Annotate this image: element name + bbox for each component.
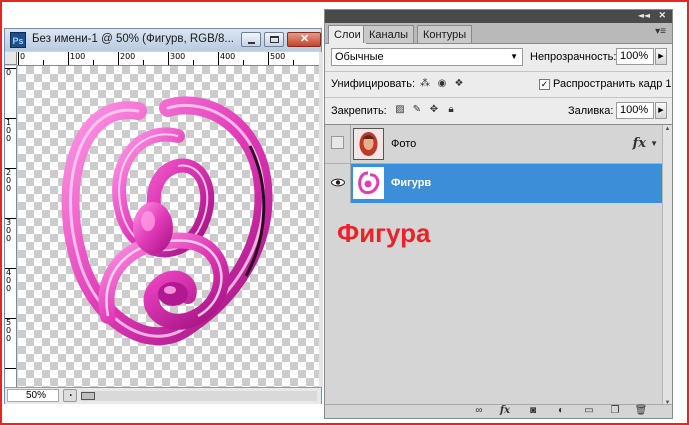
layers-list: Фото fx ▼ Фигурв Фигура ▲ ▼ xyxy=(325,125,672,407)
ruler-tick-label: 0 xyxy=(6,68,12,77)
unify-style-icon[interactable]: ❖ xyxy=(452,77,466,91)
blend-opacity-row: Обычные ▼ Непрозрачность: 100% ▶ xyxy=(325,43,672,72)
propagate-checkbox[interactable]: ✓ xyxy=(539,79,550,90)
mask-icon[interactable]: ◙ xyxy=(525,405,541,417)
document-canvas[interactable] xyxy=(18,66,319,387)
ruler-tick-label: 500 xyxy=(270,52,286,61)
ruler-tick-label: 100 xyxy=(70,52,86,61)
blend-mode-select[interactable]: Обычные ▼ xyxy=(331,48,523,66)
scroll-up-icon[interactable]: ▲ xyxy=(663,126,672,132)
fx-icon[interactable]: fx xyxy=(497,405,513,417)
lock-all-icon[interactable]: 🔒︎ xyxy=(444,103,458,117)
minimize-icon[interactable] xyxy=(241,32,261,47)
portrait-thumbnail-icon xyxy=(354,129,383,159)
ruler-horizontal[interactable]: 0 100 200 300 400 500 xyxy=(17,52,319,66)
adjustment-icon[interactable]: ◐ xyxy=(553,405,569,417)
group-folder-icon[interactable]: ▭ xyxy=(581,405,597,417)
ruler-tick-label: 200 xyxy=(120,52,136,61)
new-layer-icon[interactable]: ❐ xyxy=(607,405,623,417)
unify-position-icon[interactable]: ⁂ xyxy=(418,77,432,91)
layer-thumbnail-figure xyxy=(353,167,384,199)
swirl-thumbnail-icon xyxy=(355,169,382,197)
opacity-stepper-icon[interactable]: ▶ xyxy=(655,48,667,65)
annotation-label: Фигура xyxy=(337,218,431,248)
layer-row-figura[interactable]: Фигурв xyxy=(325,164,662,203)
lock-transparency-icon[interactable]: ▨ xyxy=(393,103,407,117)
close-panel-icon[interactable]: ✕ xyxy=(658,10,666,21)
scrollbar-thumb[interactable] xyxy=(81,392,95,400)
layer-name[interactable]: Фигурв xyxy=(391,177,431,189)
pink-swirl-figure xyxy=(61,96,273,346)
ruler-vertical[interactable]: 0 1 0 0 2 0 0 3 0 0 4 0 0 5 0 0 xyxy=(5,66,17,387)
ruler-tick-label: 3 0 0 xyxy=(6,218,12,243)
lock-fill-row: Закрепить: ▨ ✎ ✥ 🔒︎ Заливка: 100% ▶ xyxy=(325,97,672,125)
visibility-toggle[interactable] xyxy=(325,125,351,164)
fill-stepper-icon[interactable]: ▶ xyxy=(655,102,667,119)
tab-channels[interactable]: Каналы xyxy=(363,25,415,43)
lock-label: Закрепить: xyxy=(331,105,387,117)
lock-pixels-icon[interactable]: ✎ xyxy=(410,103,424,117)
ruler-tick-label: 5 0 0 xyxy=(6,318,12,343)
ruler-tick-label: 2 0 0 xyxy=(6,168,12,193)
panel-tab-bar: Слои Каналы Контуры ▾≡ xyxy=(325,23,672,44)
tab-layers[interactable]: Слои xyxy=(328,25,367,44)
ruler-tick-label: 4 0 0 xyxy=(6,268,12,293)
close-icon[interactable]: ✕ xyxy=(287,32,321,47)
opacity-label: Непрозрачность: xyxy=(530,51,617,63)
propagate-label: Распространить кадр 1 xyxy=(553,78,672,90)
ruler-tick-label: 300 xyxy=(170,52,186,61)
maximize-icon[interactable] xyxy=(264,32,284,47)
layer-row-foto[interactable]: Фото fx ▼ xyxy=(325,125,662,164)
fill-label: Заливка: xyxy=(568,105,614,117)
lock-position-icon[interactable]: ✥ xyxy=(427,103,441,117)
ruler-tick-label: 400 xyxy=(220,52,236,61)
trash-icon[interactable]: 🗑︎ xyxy=(633,405,649,417)
document-title: Без имени-1 @ 50% (Фигурв, RGB/8... xyxy=(32,33,234,45)
document-status-bar: 50% ◔ xyxy=(5,387,321,404)
eye-icon[interactable] xyxy=(331,178,345,187)
layer-name[interactable]: Фото xyxy=(391,138,416,150)
expand-effects-icon[interactable]: ▼ xyxy=(650,139,658,148)
vertical-scrollbar[interactable] xyxy=(319,52,323,387)
ruler-tick-label: 0 xyxy=(20,52,26,61)
zoom-level-field[interactable]: 50% xyxy=(7,389,59,402)
hidden-eye-box[interactable] xyxy=(331,136,344,149)
layer-thumbnail-photo xyxy=(353,128,384,160)
dropdown-arrow-icon: ▼ xyxy=(510,52,518,61)
layer-effects-icon[interactable]: fx xyxy=(633,136,646,151)
layers-scrollbar[interactable]: ▲ ▼ xyxy=(662,125,672,407)
collapse-panel-icon[interactable]: ◄◄ xyxy=(638,11,650,20)
layers-panel: ◄◄ ✕ Слои Каналы Контуры ▾≡ Обычные ▼ Не… xyxy=(324,9,673,419)
photoshop-app-icon: Ps xyxy=(10,32,26,48)
layers-panel-footer: ∞ fx ◙ ◐ ▭ ❐ 🗑︎ xyxy=(325,404,672,418)
fill-field[interactable]: 100% xyxy=(616,102,654,119)
visibility-toggle[interactable] xyxy=(325,164,351,203)
document-title-bar[interactable]: Ps Без имени-1 @ 50% (Фигурв, RGB/8... ✕ xyxy=(5,29,321,51)
panel-top-bar[interactable]: ◄◄ ✕ xyxy=(325,10,672,23)
status-info-icon[interactable]: ◔ xyxy=(63,389,77,402)
opacity-field[interactable]: 100% xyxy=(616,48,654,65)
unify-row: Унифицировать: ⁂ ◉ ❖ ✓ Распространить ка… xyxy=(325,71,672,98)
ruler-corner[interactable] xyxy=(5,52,17,65)
tab-paths[interactable]: Контуры xyxy=(417,25,473,43)
blend-mode-value: Обычные xyxy=(335,51,384,63)
horizontal-scrollbar[interactable] xyxy=(81,391,317,401)
unify-visibility-icon[interactable]: ◉ xyxy=(435,77,449,91)
unify-label: Унифицировать: xyxy=(331,78,416,90)
document-window[interactable]: Ps Без имени-1 @ 50% (Фигурв, RGB/8... ✕… xyxy=(4,28,323,404)
panel-menu-icon[interactable]: ▾≡ xyxy=(655,26,666,37)
link-icon[interactable]: ∞ xyxy=(471,405,487,417)
ruler-tick-label: 1 0 0 xyxy=(6,118,12,143)
